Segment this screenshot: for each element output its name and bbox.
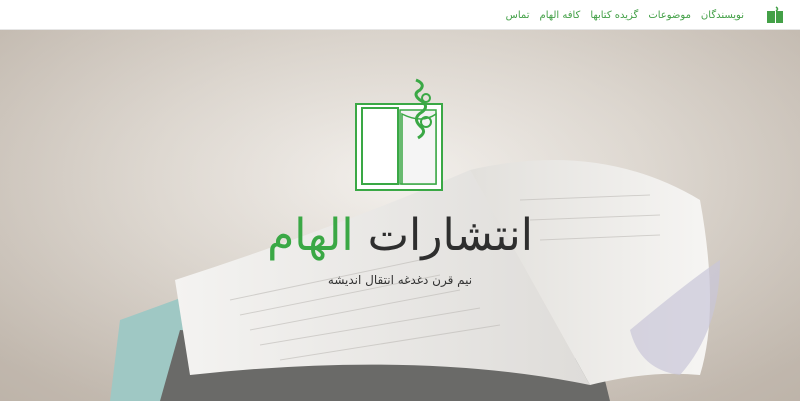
nav-link-authors[interactable]: نویسندگان [701, 10, 744, 21]
brand-title-accent: الهام [267, 210, 354, 261]
main-menu: نویسندگان موضوعات گزیده کتابها کافه الها… [506, 0, 744, 30]
book-emblem-icon[interactable] [766, 6, 784, 24]
nav-link-topics[interactable]: موضوعات [648, 10, 691, 21]
nav-link-cafe-elham[interactable]: کافه الهام [540, 10, 581, 21]
tagline: نیم قرن دغدغه انتقال اندیشه [327, 273, 473, 287]
open-book-calligraphy-icon [355, 78, 443, 191]
top-navbar: نویسندگان موضوعات گزیده کتابها کافه الها… [0, 0, 800, 30]
brand-title-main: انتشارات [367, 210, 533, 261]
nav-link-selected-books[interactable]: گزیده کتابها [590, 10, 638, 21]
brand-title: انتشارات الهام [0, 208, 800, 264]
nav-link-contact[interactable]: تماس [506, 10, 530, 21]
hero-section: انتشارات الهام نیم قرن دغدغه انتقال اندی… [0, 30, 800, 401]
